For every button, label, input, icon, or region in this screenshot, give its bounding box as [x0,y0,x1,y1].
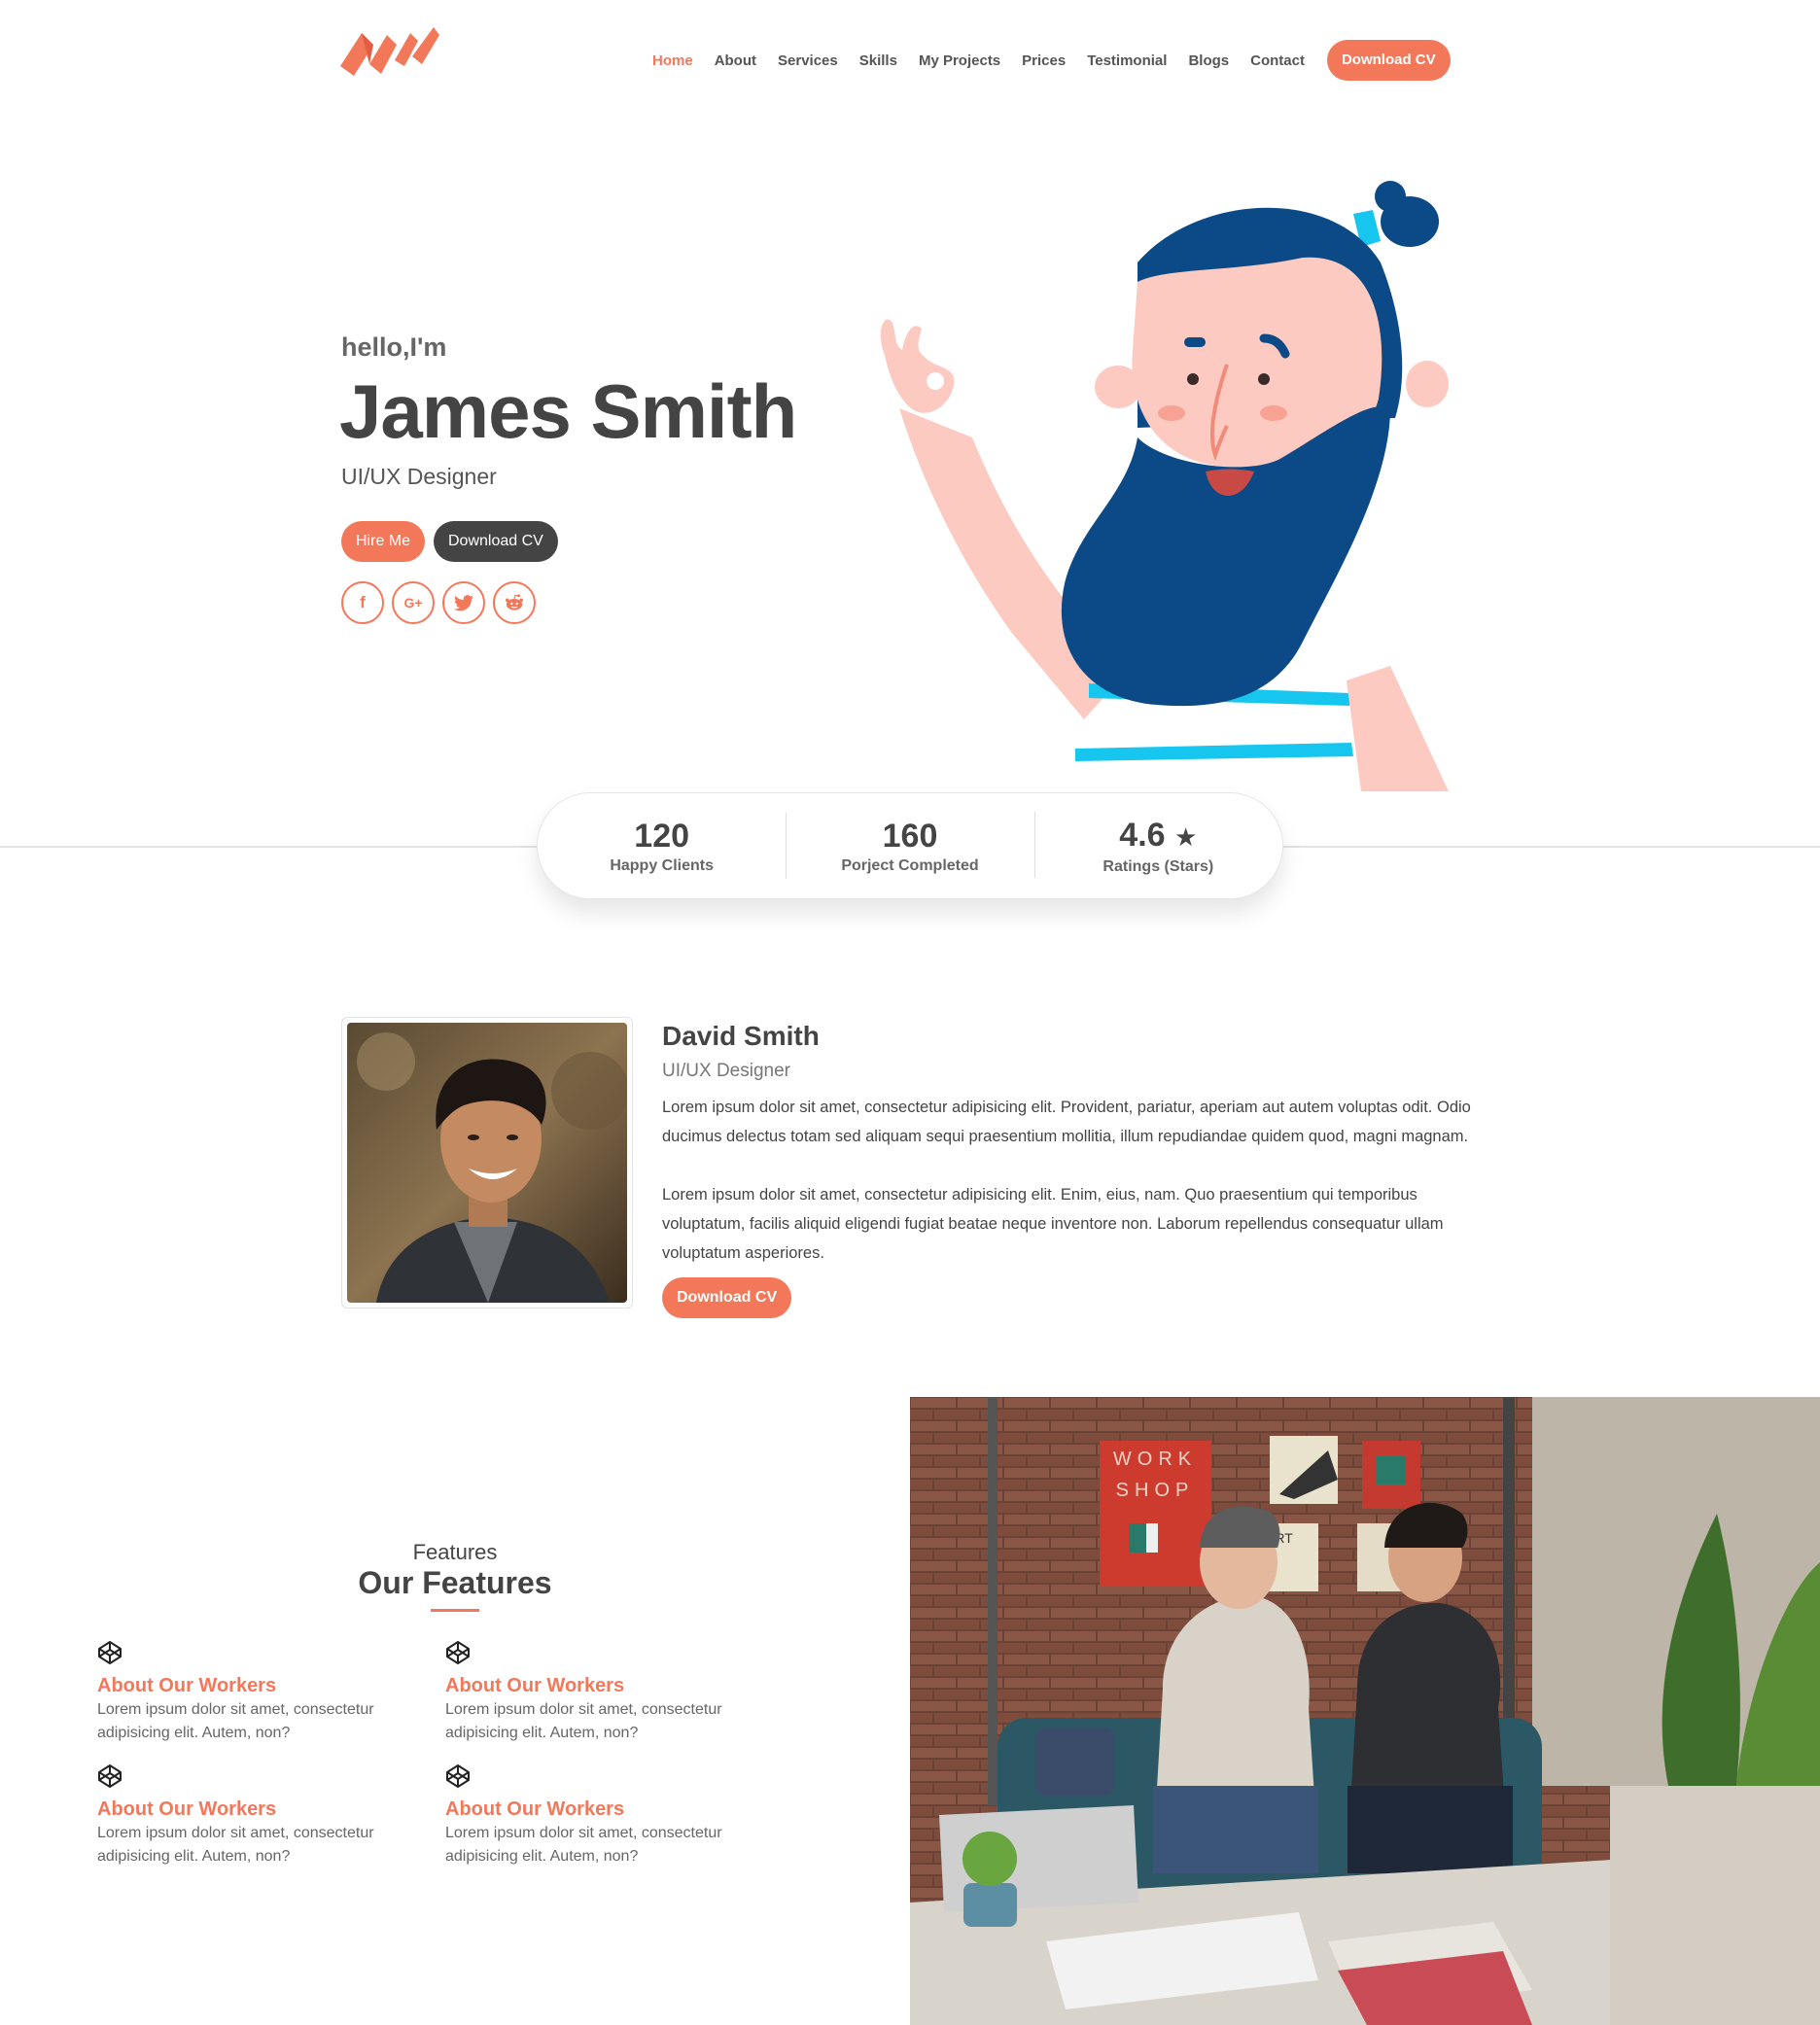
feature-text: Lorem ipsum dolor sit amet, consectetur … [97,1825,374,1865]
nav-download-cv-button[interactable]: Download CV [1326,40,1451,81]
stat-value: 120 [634,818,690,855]
nav-my-projects[interactable]: My Projects [908,52,1011,69]
feature-item: About Our Workers Lorem ipsum dolor sit … [97,1640,433,1745]
codepen-icon [446,1764,470,1788]
about-paragraph: Lorem ipsum dolor sit amet, consectetur … [662,1186,1444,1262]
hero-name: James Smith [339,368,797,454]
stat-label: Porject Completed [841,857,979,874]
codepen-icon [98,1764,122,1788]
bearded-man-illustration [880,181,1449,791]
google-plus-icon[interactable]: G+ [392,581,435,624]
feature-text: Lorem ipsum dolor sit amet, consectetur … [445,1701,722,1741]
stat-projects-completed: 160 Porject Completed [786,813,1033,879]
feature-item: About Our Workers Lorem ipsum dolor sit … [445,1763,781,1868]
nav-services[interactable]: Services [767,52,849,69]
feature-title: About Our Workers [97,1675,277,1696]
stat-value: 4.6 [1119,817,1166,854]
twitter-icon[interactable] [442,581,485,624]
hero-download-cv-button[interactable]: Download CV [434,521,558,562]
feature-item: About Our Workers Lorem ipsum dolor sit … [97,1763,433,1868]
stats-card: 120 Happy Clients 160 Porject Completed … [537,792,1283,899]
nav-about[interactable]: About [704,52,767,69]
about-role: UI/UX Designer [662,1061,790,1081]
features-eyebrow: Features [412,1540,498,1564]
stat-value: 160 [882,818,938,855]
stat-label: Happy Clients [610,857,714,874]
about-paragraph: Lorem ipsum dolor sit amet, consectetur … [662,1099,1471,1145]
nav-skills[interactable]: Skills [849,52,908,69]
hero-greeting: hello,I'm [341,332,447,362]
poster-line1: WORK [1113,1449,1197,1470]
stat-happy-clients: 120 Happy Clients [538,817,786,875]
stat-ratings: 4.6 ★ Ratings (Stars) [1033,812,1282,878]
feature-item: About Our Workers Lorem ipsum dolor sit … [445,1640,781,1745]
codepen-icon [446,1641,470,1664]
nav-blogs[interactable]: Blogs [1177,52,1240,69]
brand-logo[interactable] [340,25,439,80]
facebook-icon[interactable]: f [341,581,384,624]
feature-title: About Our Workers [97,1798,277,1820]
poster-line2: SHOP [1116,1480,1195,1501]
feature-title: About Our Workers [445,1798,625,1820]
social-links: f G+ [341,581,536,624]
reddit-icon[interactable] [493,581,536,624]
nav-prices[interactable]: Prices [1011,52,1076,69]
profile-photo [347,1023,627,1303]
about-download-cv-button[interactable]: Download CV [662,1277,792,1318]
star-icon: ★ [1174,822,1198,852]
nav-home[interactable]: Home [642,52,704,69]
codepen-icon [98,1641,122,1664]
feature-text: Lorem ipsum dolor sit amet, consectetur … [445,1825,722,1865]
hero-role: UI/UX Designer [341,464,497,489]
stat-label: Ratings (Stars) [1102,858,1214,875]
feature-text: Lorem ipsum dolor sit amet, consectetur … [97,1701,374,1741]
about-name: David Smith [662,1021,820,1051]
features-title-underline [431,1609,479,1612]
main-nav: Home About Services Skills My Projects P… [642,39,1451,82]
nav-testimonial[interactable]: Testimonial [1076,52,1177,69]
feature-title: About Our Workers [445,1675,625,1696]
hire-me-button[interactable]: Hire Me [341,521,426,562]
workshop-photo: WORK SHOP ART [910,1397,1820,2025]
nav-contact[interactable]: Contact [1240,52,1315,69]
features-title: Our Features [358,1565,552,1600]
